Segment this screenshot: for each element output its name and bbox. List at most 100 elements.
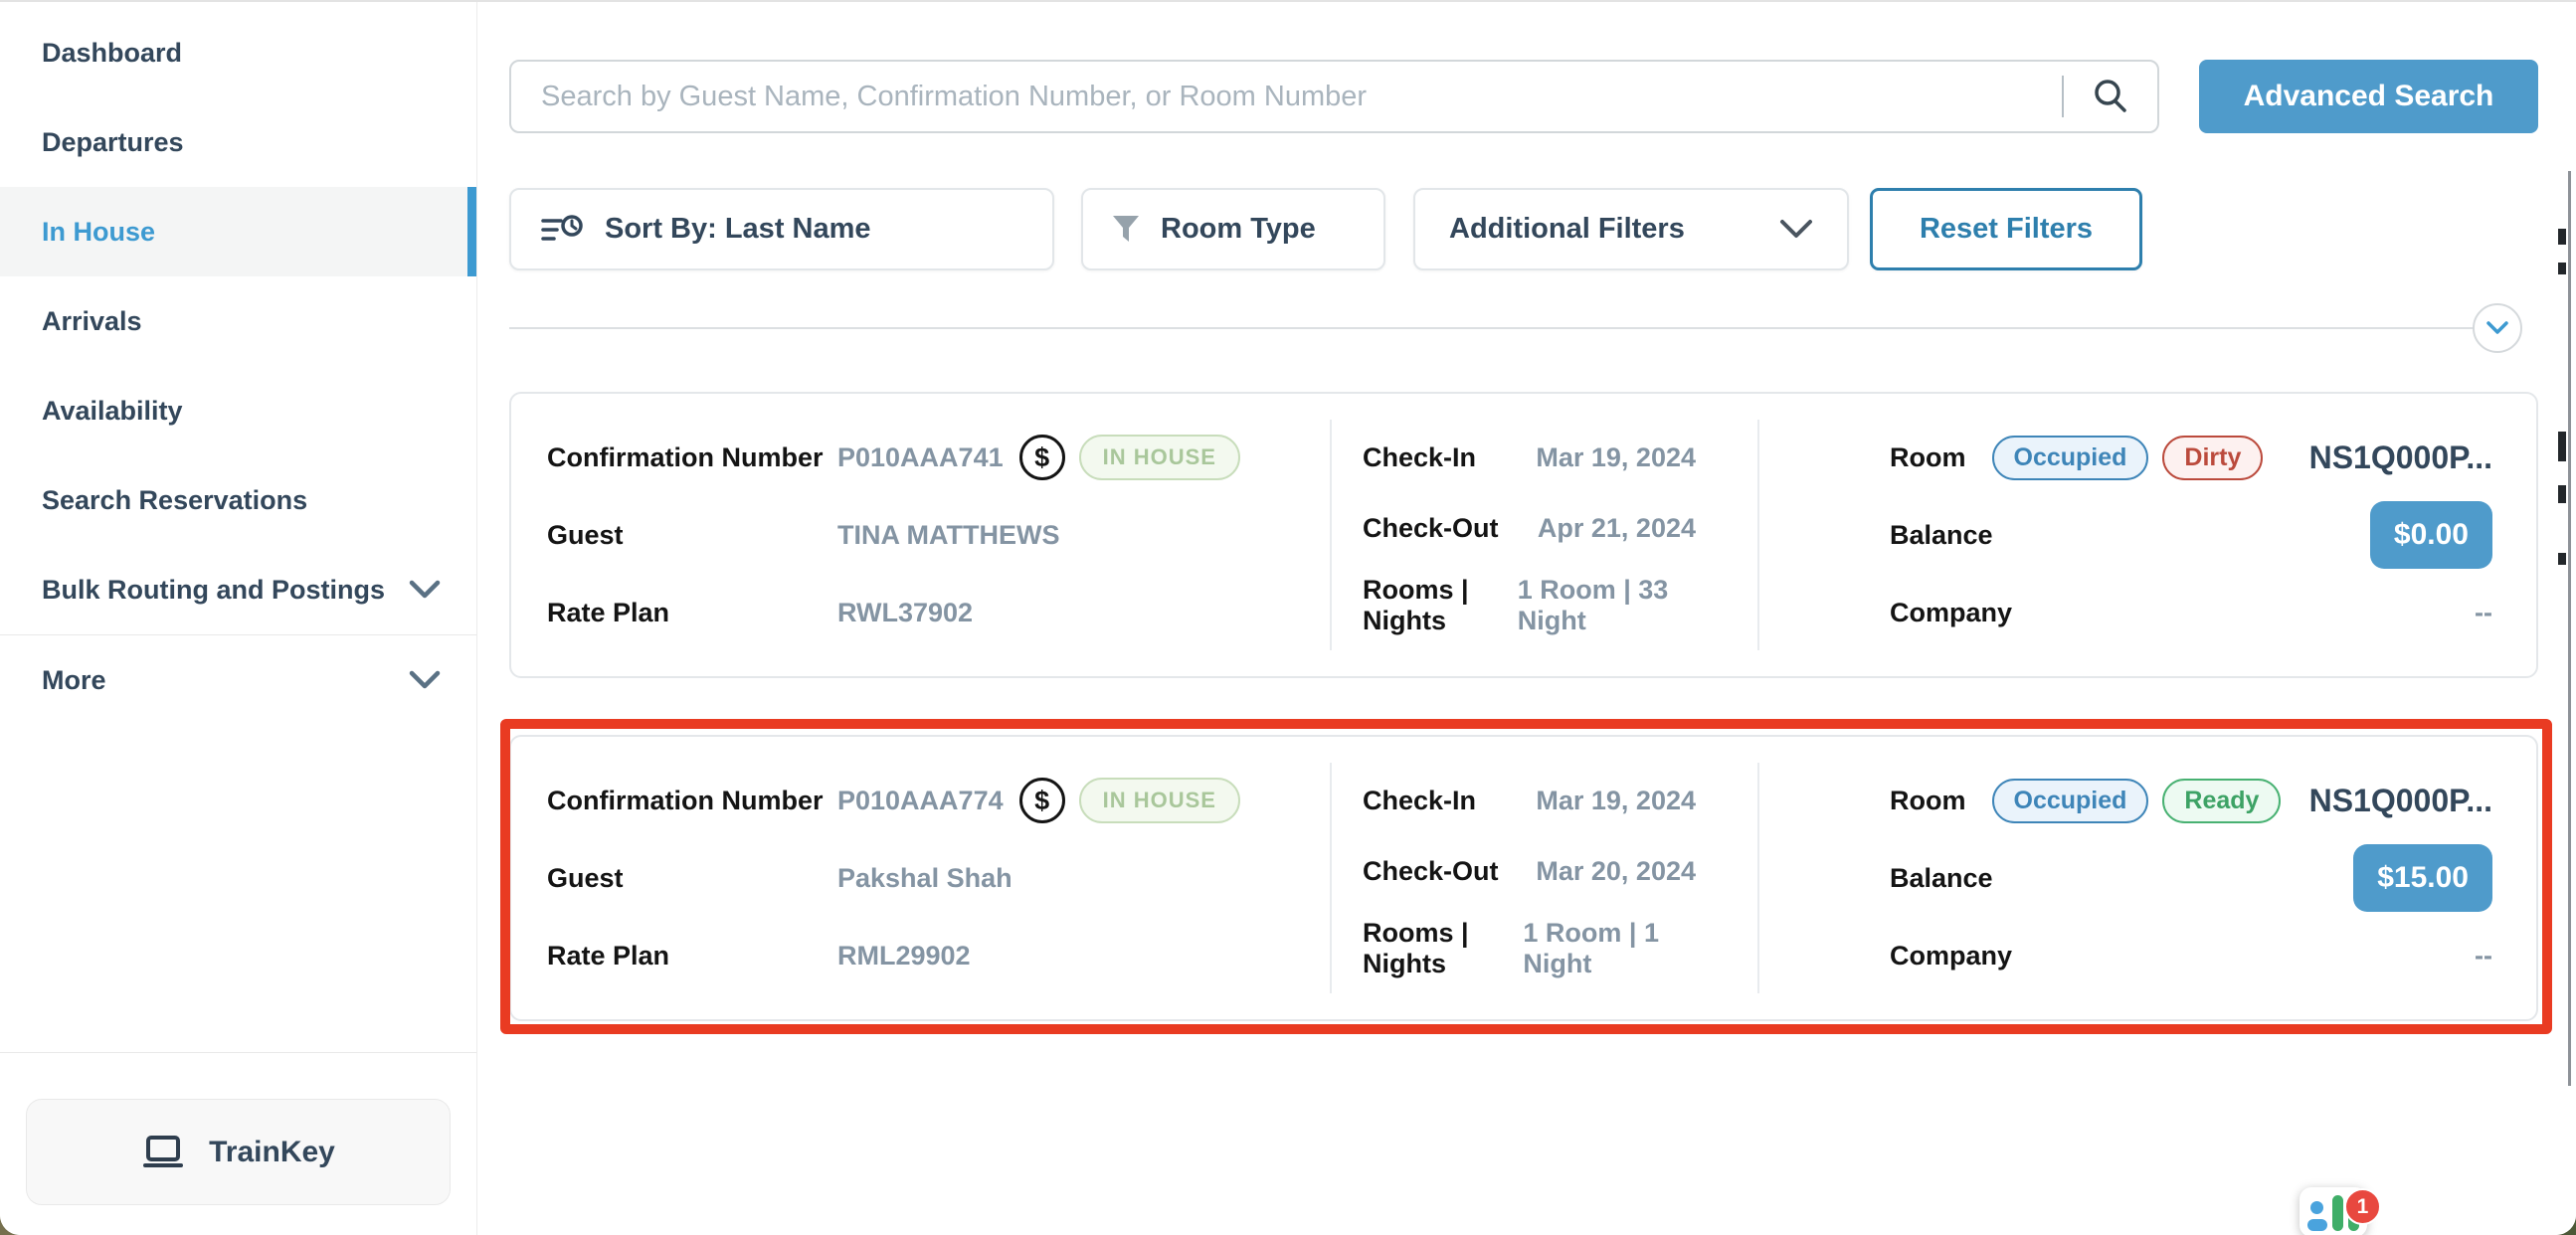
- rooms-nights-row: Rooms | Nights 1 Room | 33 Night: [1363, 575, 1696, 636]
- reservation-card-wrap: Confirmation Number P010AAA774 $ IN HOUS…: [509, 735, 2538, 1021]
- guest-row: Guest TINA MATTHEWS: [547, 511, 1314, 559]
- notification-badge: 1: [2344, 1188, 2381, 1225]
- sidebar-item-arrivals[interactable]: Arrivals: [0, 276, 476, 366]
- check-out-row: Check-Out Mar 20, 2024: [1363, 847, 1696, 895]
- room-row: Room Occupied Ready NS1Q000P...: [1890, 777, 2492, 824]
- balance-label: Balance: [1890, 863, 1993, 894]
- clipped-text-fragment: [2558, 553, 2566, 565]
- chevron-down-icon: [1779, 219, 1813, 241]
- rate-plan-label: Rate Plan: [547, 941, 837, 971]
- check-out-date: Mar 20, 2024: [1536, 856, 1696, 887]
- check-in-row: Check-In Mar 19, 2024: [1363, 434, 1696, 481]
- main-content: Advanced Search Sort By: Last Name: [477, 2, 2576, 1235]
- guest-row: Guest Pakshal Shah: [547, 854, 1314, 902]
- search-icon[interactable]: [2092, 78, 2129, 115]
- balance-row: Balance $15.00: [1890, 844, 2492, 912]
- rooms-nights-value: 1 Room | 33 Night: [1518, 575, 1696, 636]
- balance-button[interactable]: $0.00: [2370, 501, 2492, 569]
- in-house-status-badge: IN HOUSE: [1079, 435, 1240, 480]
- sidebar-item-label: Availability: [42, 396, 183, 427]
- confirmation-number: P010AAA741: [837, 442, 1004, 473]
- chevron-down-icon: [409, 580, 441, 600]
- logo-bar: [2332, 1195, 2343, 1231]
- rate-plan-value: RML29902: [837, 941, 971, 971]
- room-label: Room: [1890, 442, 1966, 473]
- check-in-date: Mar 19, 2024: [1536, 786, 1696, 816]
- sidebar-item-label: More: [42, 665, 106, 696]
- occupied-status-pill: Occupied: [1992, 436, 2149, 480]
- rooms-nights-label: Rooms | Nights: [1363, 575, 1518, 636]
- rooms-nights-value: 1 Room | 1 Night: [1523, 918, 1696, 979]
- filter-funnel-icon: [1111, 214, 1141, 246]
- company-label: Company: [1890, 941, 2012, 971]
- folio-dollar-icon[interactable]: $: [1019, 435, 1065, 480]
- sidebar-item-dashboard[interactable]: Dashboard: [0, 8, 476, 97]
- housekeeping-status-pill: Dirty: [2162, 436, 2263, 480]
- sidebar: Dashboard Departures In House Arrivals A…: [0, 2, 477, 1235]
- collapse-chevron-button[interactable]: [2473, 303, 2522, 353]
- guest-name: TINA MATTHEWS: [837, 520, 1059, 551]
- search-box: [509, 60, 2159, 133]
- occupied-status-pill: Occupied: [1992, 779, 2149, 823]
- additional-filters-dropdown[interactable]: Additional Filters: [1413, 188, 1849, 270]
- additional-filters-label: Additional Filters: [1449, 213, 1685, 246]
- reservation-card-wrap: Confirmation Number P010AAA741 $ IN HOUS…: [509, 392, 2538, 678]
- guest-label: Guest: [547, 520, 837, 551]
- scrollbar-thumb[interactable]: [2568, 171, 2571, 1086]
- check-out-row: Check-Out Apr 21, 2024: [1363, 504, 1696, 552]
- balance-label: Balance: [1890, 520, 1993, 551]
- reset-filters-button[interactable]: Reset Filters: [1870, 188, 2142, 270]
- laptop-icon: [141, 1135, 185, 1170]
- sidebar-item-label: Search Reservations: [42, 485, 307, 516]
- sidebar-item-departures[interactable]: Departures: [0, 97, 476, 187]
- guest-name: Pakshal Shah: [837, 863, 1012, 894]
- sidebar-item-label: In House: [42, 217, 155, 248]
- reservation-card[interactable]: Confirmation Number P010AAA741 $ IN HOUS…: [509, 392, 2538, 678]
- sidebar-item-search-reservations[interactable]: Search Reservations: [0, 455, 476, 545]
- section-divider: [509, 327, 2496, 329]
- rate-plan-label: Rate Plan: [547, 598, 837, 628]
- search-divider: [2062, 76, 2064, 117]
- clipped-right-content: [2552, 171, 2576, 1235]
- advanced-search-button[interactable]: Advanced Search: [2199, 60, 2538, 133]
- room-number: NS1Q000P...: [2309, 440, 2492, 476]
- rooms-nights-row: Rooms | Nights 1 Room | 1 Night: [1363, 918, 1696, 979]
- search-input[interactable]: [541, 81, 2034, 113]
- company-value: --: [2475, 598, 2492, 628]
- card-room-column: Room Occupied Dirty NS1Q000P... Balance …: [1759, 394, 2536, 676]
- card-dates-column: Check-In Mar 19, 2024 Check-Out Mar 20, …: [1332, 737, 1757, 1019]
- sidebar-item-in-house[interactable]: In House: [0, 187, 476, 276]
- check-in-label: Check-In: [1363, 786, 1476, 816]
- trainkey-button[interactable]: TrainKey: [26, 1099, 451, 1205]
- sidebar-item-more[interactable]: More: [0, 635, 476, 725]
- sidebar-item-availability[interactable]: Availability: [0, 366, 476, 455]
- confirmation-label: Confirmation Number: [547, 442, 837, 473]
- reservation-card[interactable]: Confirmation Number P010AAA774 $ IN HOUS…: [509, 735, 2538, 1021]
- balance-button[interactable]: $15.00: [2353, 844, 2492, 912]
- card-identity-column: Confirmation Number P010AAA741 $ IN HOUS…: [511, 394, 1330, 676]
- check-out-date: Apr 21, 2024: [1538, 513, 1696, 544]
- room-type-dropdown[interactable]: Room Type: [1081, 188, 1385, 270]
- housekeeping-status-pill: Ready: [2162, 779, 2281, 823]
- room-type-label: Room Type: [1161, 213, 1316, 246]
- sort-by-label: Sort By: Last Name: [605, 213, 871, 246]
- check-out-label: Check-Out: [1363, 856, 1499, 887]
- check-in-date: Mar 19, 2024: [1536, 442, 1696, 473]
- folio-dollar-icon[interactable]: $: [1019, 778, 1065, 823]
- sidebar-item-label: Departures: [42, 127, 184, 158]
- check-in-row: Check-In Mar 19, 2024: [1363, 777, 1696, 824]
- rooms-nights-label: Rooms | Nights: [1363, 918, 1523, 979]
- sort-by-dropdown[interactable]: Sort By: Last Name: [509, 188, 1054, 270]
- sidebar-item-bulk-routing[interactable]: Bulk Routing and Postings: [0, 545, 476, 634]
- company-row: Company --: [1890, 932, 2492, 979]
- in-house-status-badge: IN HOUSE: [1079, 778, 1240, 823]
- sidebar-item-label: Arrivals: [42, 306, 142, 337]
- company-value: --: [2475, 941, 2492, 971]
- card-room-column: Room Occupied Ready NS1Q000P... Balance …: [1759, 737, 2536, 1019]
- filter-row: Sort By: Last Name Room Type Additional …: [509, 188, 2538, 270]
- confirmation-label: Confirmation Number: [547, 786, 837, 816]
- sidebar-item-label: Bulk Routing and Postings: [42, 575, 385, 606]
- app-window: Dashboard Departures In House Arrivals A…: [0, 0, 2576, 1235]
- person-logo-shape: [2307, 1201, 2327, 1231]
- room-label: Room: [1890, 786, 1966, 816]
